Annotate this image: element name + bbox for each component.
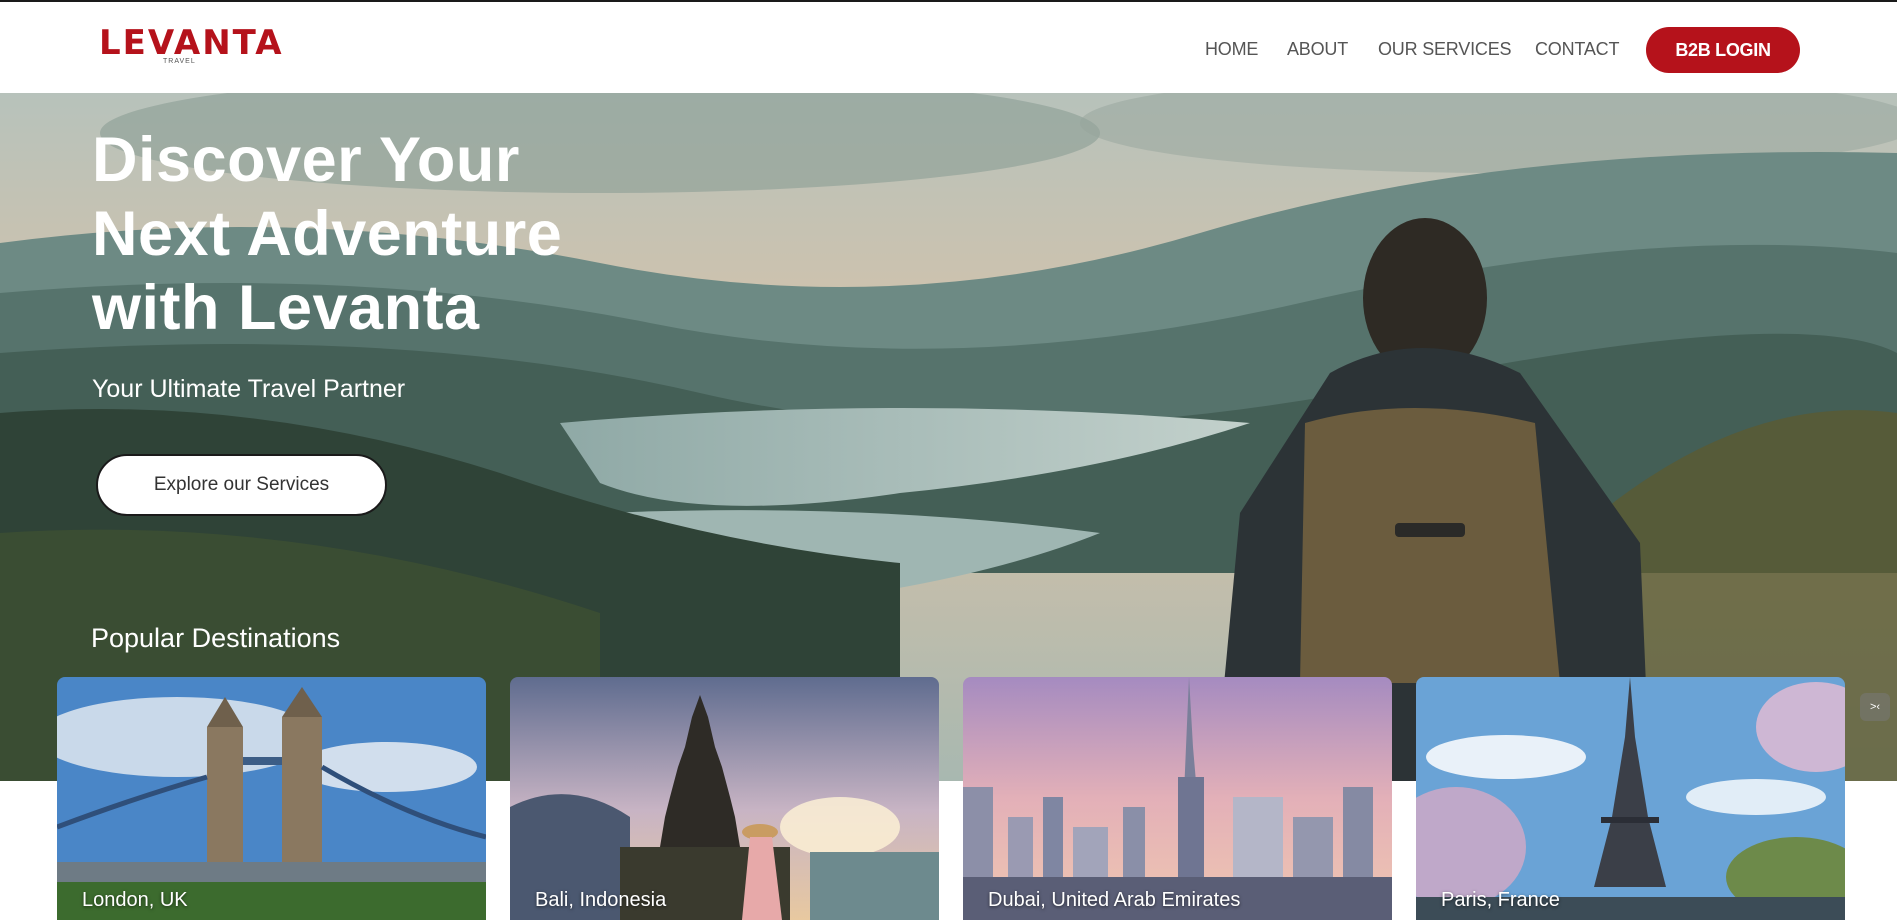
destination-name: London, UK: [82, 889, 188, 911]
destination-name: Bali, Indonesia: [535, 889, 667, 911]
nav-our-services[interactable]: OUR SERVICES: [1378, 39, 1512, 60]
destination-card-london[interactable]: London, UK: [57, 677, 486, 920]
hero-title: Discover Your Next Adventure with Levant…: [92, 123, 712, 345]
brand-tagline: TRAVEL: [163, 58, 196, 65]
popular-destinations-heading: Popular Destinations: [91, 623, 341, 653]
eiffel-tower-photo: [1416, 677, 1845, 920]
nav-home[interactable]: HOME: [1205, 39, 1258, 60]
hero-title-line: Discover Your: [92, 125, 520, 195]
bali-temple-photo: [510, 677, 939, 920]
site-header: LEVANTA TRAVEL HOME ABOUT OUR SERVICES C…: [0, 0, 1897, 93]
nav-contact[interactable]: CONTACT: [1535, 39, 1619, 60]
explore-services-button[interactable]: Explore our Services: [96, 454, 387, 516]
destination-card-paris[interactable]: Paris, France: [1416, 677, 1845, 920]
hero-title-line: with Levanta: [92, 273, 480, 343]
nav-about[interactable]: ABOUT: [1287, 39, 1348, 60]
destination-card-dubai[interactable]: Dubai, United Arab Emirates: [963, 677, 1392, 920]
destination-card-bali[interactable]: Bali, Indonesia: [510, 677, 939, 920]
destination-name: Dubai, United Arab Emirates: [988, 889, 1241, 911]
destination-name: Paris, France: [1441, 889, 1560, 911]
collapse-arrows-icon[interactable]: >‹: [1860, 693, 1890, 721]
hero-title-line: Next Adventure: [92, 199, 563, 269]
b2b-login-button[interactable]: B2B LOGIN: [1646, 27, 1800, 73]
tower-bridge-photo: [57, 677, 486, 920]
hero-subtitle: Your Ultimate Travel Partner: [92, 375, 406, 403]
brand-logo[interactable]: LEVANTA TRAVEL: [99, 23, 284, 68]
brand-name: LEVANTA: [99, 23, 284, 63]
dubai-skyline-photo: [963, 677, 1392, 920]
